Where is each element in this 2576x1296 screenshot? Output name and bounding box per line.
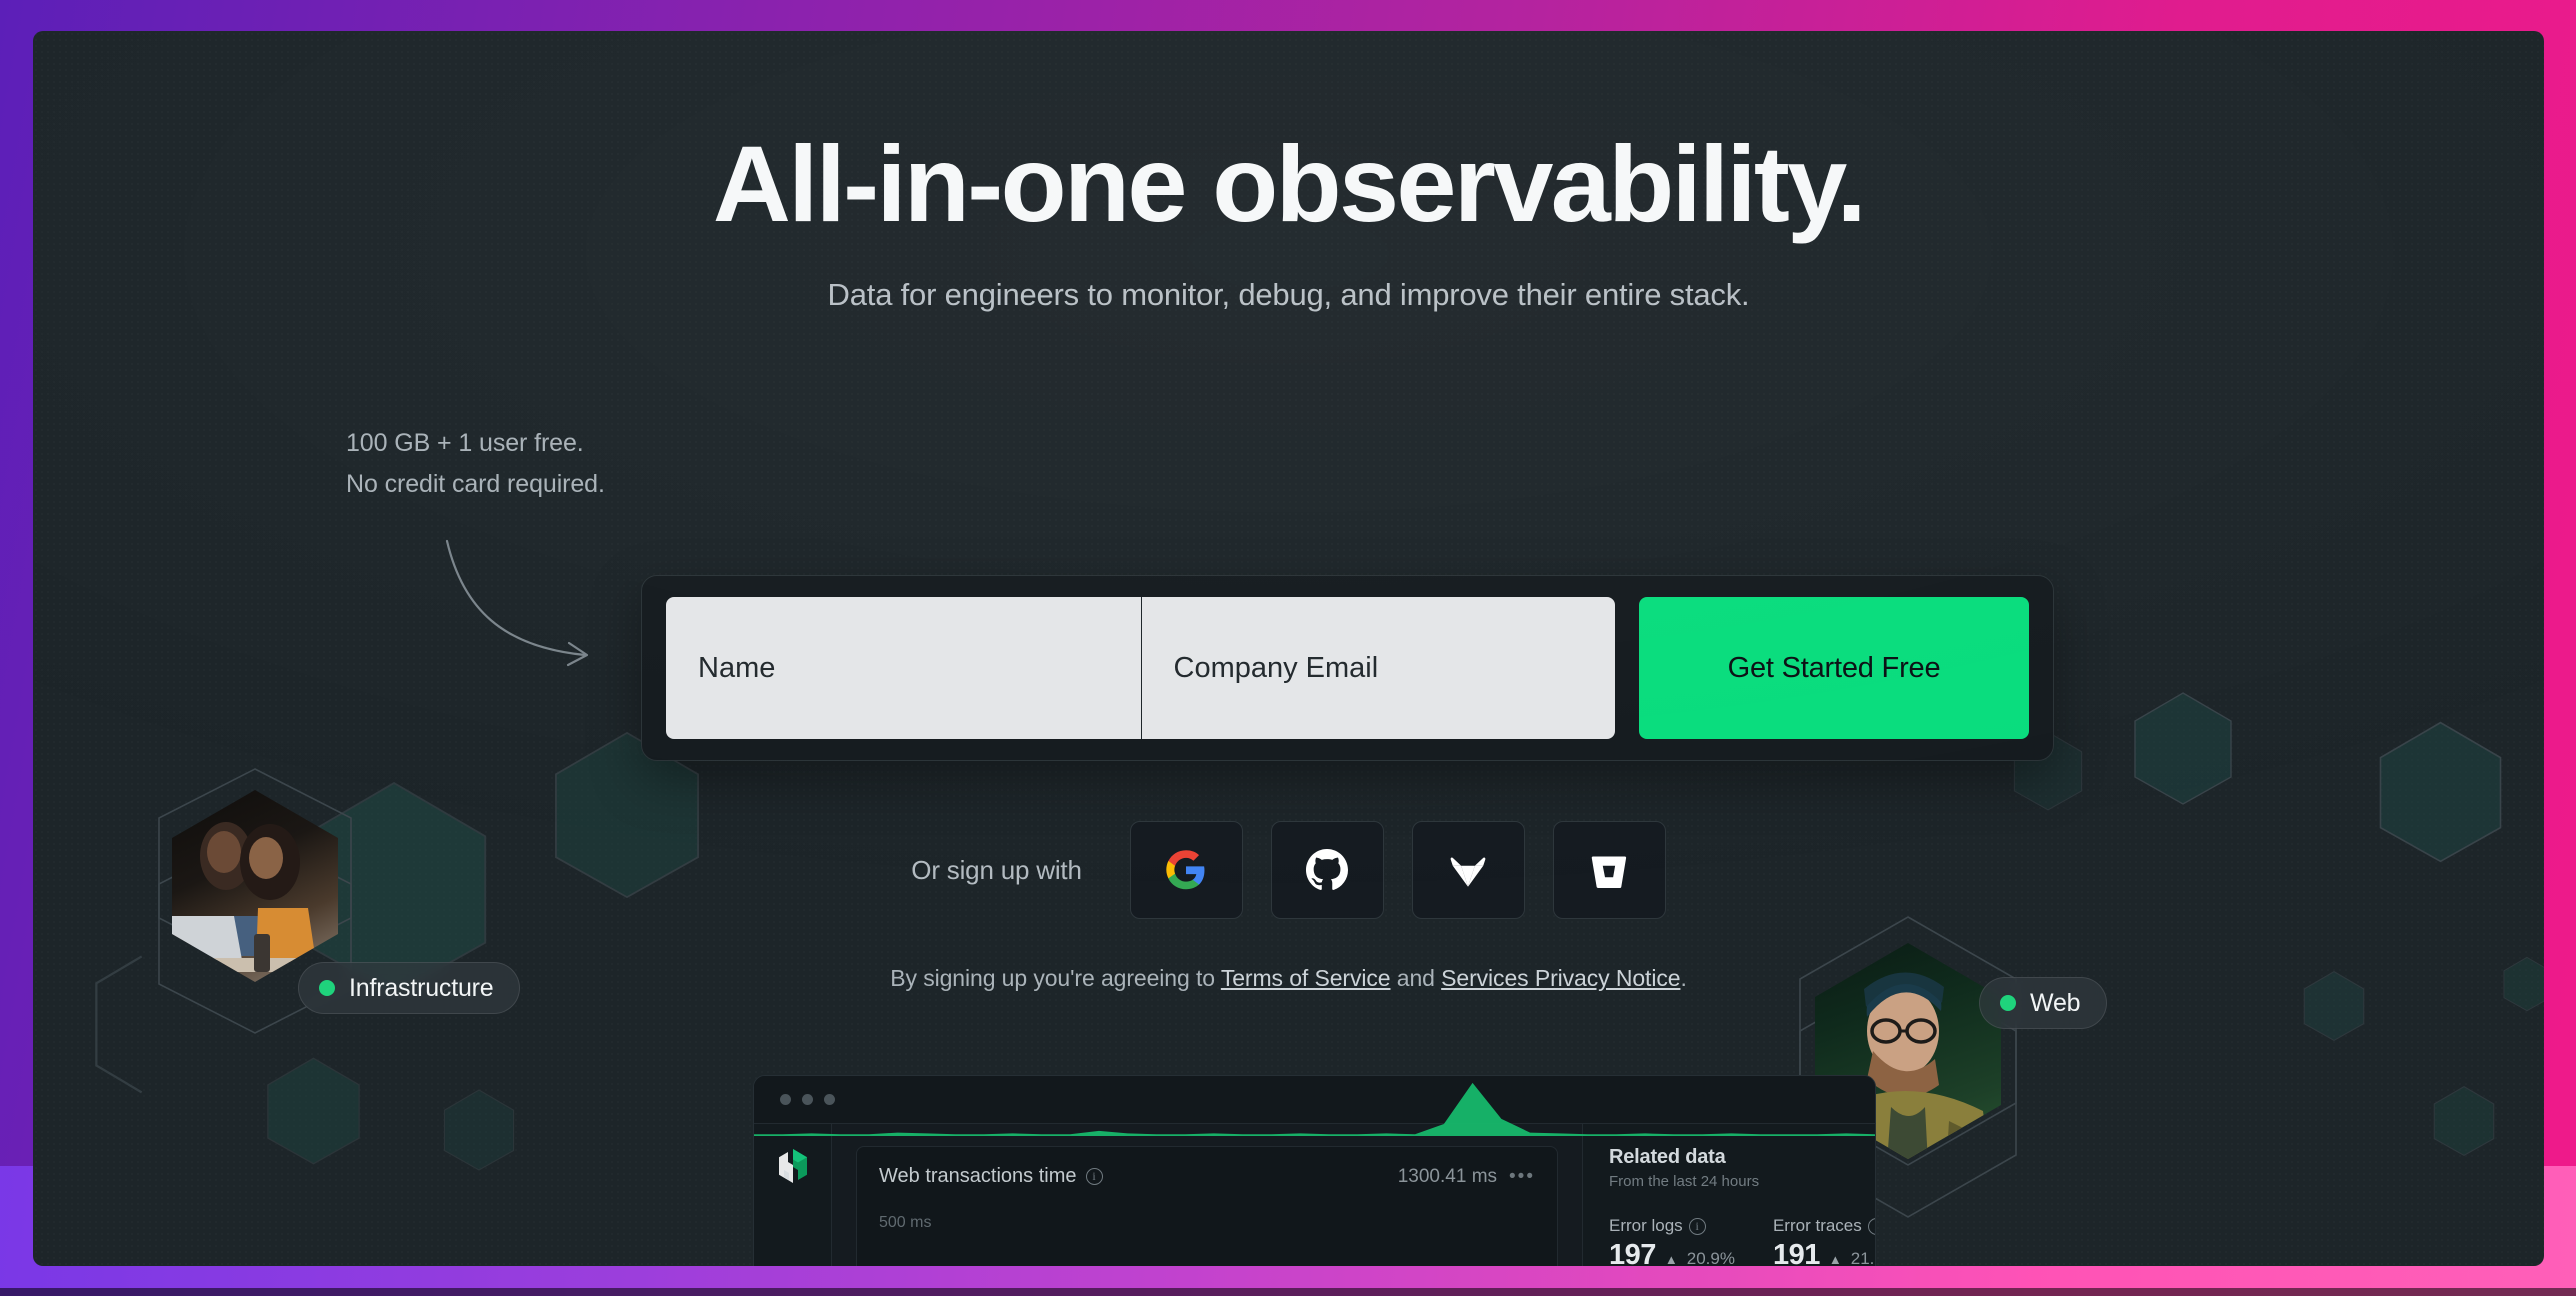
legal-suffix: .: [1680, 965, 1687, 991]
oauth-button-github[interactable]: [1270, 821, 1384, 919]
status-badge-infrastructure: Infrastructure: [298, 962, 521, 1014]
oauth-button-google[interactable]: [1129, 821, 1243, 919]
chart-value: 1300.41 ms: [1397, 1165, 1498, 1187]
curved-arrow-icon: [437, 531, 627, 686]
legal-prefix: By signing up you're agreeing to: [890, 965, 1221, 991]
free-tier-line-2: No credit card required.: [346, 469, 605, 498]
company-email-input[interactable]: [1140, 597, 1615, 739]
status-dot-icon: [319, 980, 335, 996]
page-subtitle: Data for engineers to monitor, debug, an…: [827, 277, 1750, 313]
frame-bottom-shadow: [0, 1288, 2576, 1296]
chart-panel: Web transactions time i 1300.41 ms ••• 5…: [754, 1082, 1875, 1266]
dashboard-body: Web transactions time i 1300.41 ms ••• 5…: [754, 1082, 1875, 1266]
stat-value: 191: [1772, 1239, 1820, 1266]
legal-conjunction: and: [1390, 965, 1442, 991]
stat-delta: 21.7%: [1850, 1249, 1875, 1266]
page-title: All-in-one observability.: [712, 123, 1867, 244]
oauth-button-bitbucket[interactable]: [1552, 821, 1666, 919]
info-icon[interactable]: i: [1867, 1217, 1875, 1235]
status-badge-web: Web: [1979, 977, 2108, 1029]
chart-title-group: Web transactions time i: [879, 1165, 1103, 1188]
free-tier-note: 100 GB + 1 user free. No credit card req…: [346, 423, 605, 504]
chart-title: Web transactions time: [879, 1165, 1077, 1187]
chart-value-group: 1300.41 ms •••: [1398, 1166, 1535, 1188]
trend-up-icon: ▲: [1664, 1252, 1678, 1266]
stat-label-group: Error logs i: [1609, 1216, 1735, 1236]
more-options-icon[interactable]: •••: [1509, 1166, 1535, 1188]
stat-value-row: 191 ▲ 21.7%: [1772, 1239, 1875, 1266]
stat-value: 197: [1609, 1239, 1656, 1266]
status-badge-label: Web: [2030, 988, 2081, 1017]
google-icon: [1165, 849, 1207, 891]
stat-delta: 20.9%: [1686, 1249, 1735, 1266]
hero-copy: All-in-one observability. Data for engin…: [33, 31, 2544, 313]
status-dot-icon: [2000, 995, 2016, 1011]
signup-fields: [666, 597, 1615, 739]
chart-panel-header: Web transactions time i 1300.41 ms •••: [879, 1165, 1535, 1188]
sparkline-chart: [754, 1082, 1875, 1136]
hexagon-decoration: [2433, 1085, 2495, 1157]
gitlab-icon: [1447, 849, 1489, 891]
signup-form: Get Started Free: [641, 575, 2054, 761]
stat-label: Error traces: [1772, 1216, 1862, 1235]
privacy-notice-link[interactable]: Services Privacy Notice: [1441, 965, 1680, 991]
chart-y-axis-label: 500 ms: [879, 1214, 932, 1231]
related-data-title: Related data: [1609, 1146, 1726, 1168]
product-screenshot: Web transactions time i 1300.41 ms ••• 5…: [753, 1075, 1876, 1266]
related-data-subtitle: From the last 24 hours: [1609, 1173, 1760, 1190]
info-icon[interactable]: i: [1085, 1168, 1103, 1185]
stat-label-group: Error traces i: [1772, 1216, 1875, 1236]
hero-section: All-in-one observability. Data for engin…: [33, 31, 2544, 1266]
hexagon-decoration: [2133, 691, 2233, 806]
bitbucket-icon: [1589, 850, 1629, 890]
oauth-label: Or sign up with: [911, 854, 1082, 885]
get-started-free-button[interactable]: Get Started Free: [1639, 597, 2029, 739]
dashboard-sidebar: [754, 1124, 832, 1266]
new-relic-logo: [775, 1146, 811, 1266]
stat-label: Error logs: [1609, 1216, 1683, 1235]
stat-error-logs: Error logs i 197 ▲ 20.9%: [1609, 1216, 1735, 1266]
related-data-panel: Related data From the last 24 hours Erro…: [1582, 1124, 1875, 1266]
github-icon: [1306, 849, 1349, 891]
dashboard-main: Web transactions time i 1300.41 ms ••• 5…: [754, 1082, 1875, 1266]
stat-error-traces: Error traces i 191 ▲ 21.7%: [1772, 1216, 1875, 1266]
hexagon-decoration: [443, 1089, 515, 1171]
name-input[interactable]: [666, 597, 1141, 739]
hexagon-decoration: [266, 1057, 361, 1165]
info-icon[interactable]: i: [1688, 1217, 1706, 1235]
related-data-stats: Error logs i 197 ▲ 20.9% Error traces i: [1609, 1216, 1875, 1266]
free-tier-line-1: 100 GB + 1 user free.: [346, 429, 584, 457]
oauth-button-gitlab[interactable]: [1411, 821, 1525, 919]
terms-of-service-link[interactable]: Terms of Service: [1221, 965, 1391, 991]
trend-up-icon: ▲: [1828, 1252, 1842, 1266]
status-badge-label: Infrastructure: [349, 973, 494, 1002]
sparkline-series: [754, 1082, 1875, 1136]
persona-card-infrastructure: Infrastructure: [138, 766, 521, 1041]
stat-value-row: 197 ▲ 20.9%: [1609, 1239, 1735, 1266]
oauth-signup-row: Or sign up with: [33, 821, 2544, 919]
